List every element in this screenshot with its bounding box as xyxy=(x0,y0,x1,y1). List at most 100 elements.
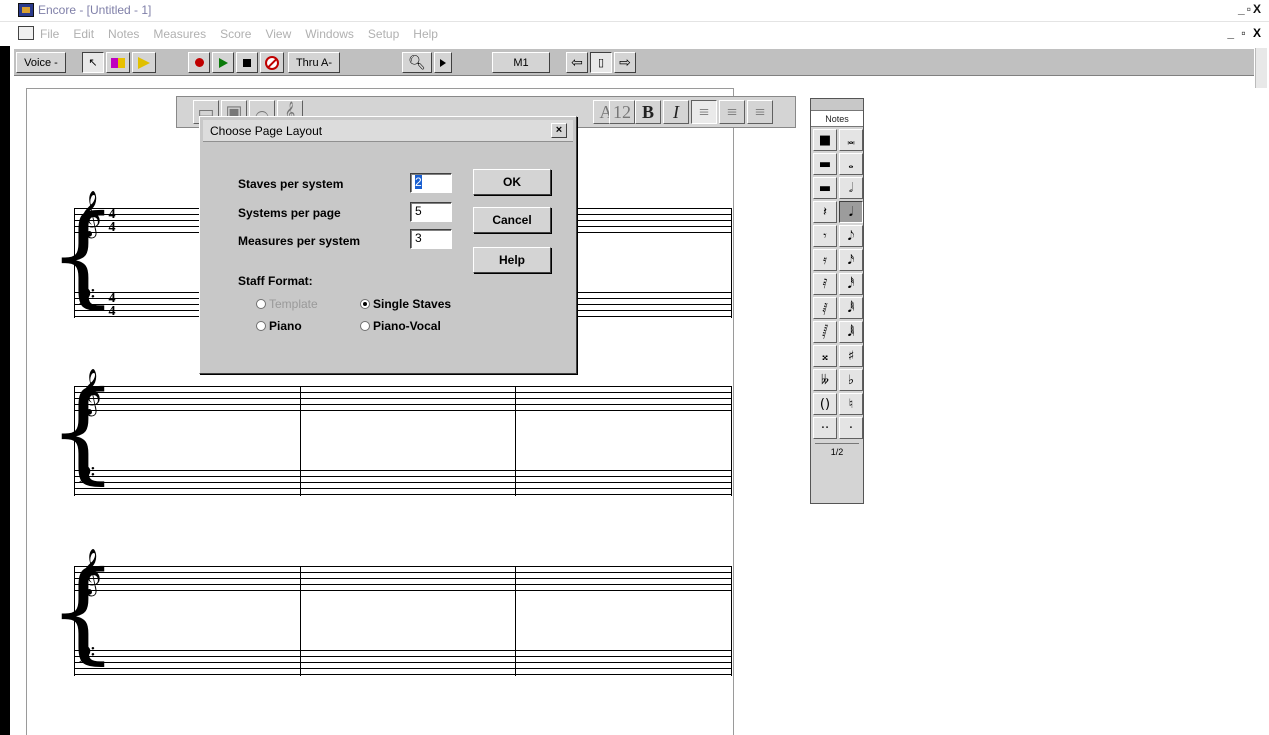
menu-windows[interactable]: Windows xyxy=(305,27,354,41)
italic-button[interactable]: I xyxy=(663,100,689,124)
window-controls[interactable]: _▫X xyxy=(1238,2,1263,16)
yellow-arrow-icon xyxy=(138,56,150,69)
radio-circle xyxy=(256,299,266,309)
radio-piano-label: Piano xyxy=(269,319,302,333)
arrow-left-icon: ⇦ xyxy=(571,54,583,70)
note-cell[interactable]: ■ xyxy=(813,129,837,151)
note-cell[interactable]: 𝅘𝅥𝅯 xyxy=(839,249,863,271)
notes-palette-page[interactable]: 1/2 xyxy=(815,443,859,459)
radio-single-staves-label: Single Staves xyxy=(373,297,452,311)
note-cell[interactable]: · xyxy=(839,417,863,439)
note-cell[interactable]: ♮ xyxy=(839,393,863,415)
note-cell[interactable]: 𝅀 xyxy=(813,273,837,295)
radio-piano-vocal[interactable]: Piano-Vocal xyxy=(360,319,441,333)
ok-button[interactable]: OK xyxy=(473,169,551,195)
note-cell[interactable]: 𝅘𝅥𝅮 xyxy=(839,225,863,247)
mute-button[interactable] xyxy=(260,52,284,73)
zoom-menu-button[interactable] xyxy=(434,52,452,73)
no-symbol-icon xyxy=(265,55,279,70)
note-cell[interactable]: 𝅘𝅥𝅰 xyxy=(839,273,863,295)
bass-staff[interactable] xyxy=(74,470,732,496)
menu-file[interactable]: File xyxy=(40,27,59,41)
measures-per-system-input[interactable]: 3 xyxy=(410,229,452,249)
page-view-button[interactable]: ▯ xyxy=(590,52,612,73)
treble-staff[interactable] xyxy=(74,386,732,412)
align-right-button[interactable]: ≡ xyxy=(747,100,773,124)
radio-circle xyxy=(256,321,266,331)
staves-per-system-label: Staves per system xyxy=(238,177,344,191)
note-cell[interactable]: ·· xyxy=(813,417,837,439)
arrow-tool-button[interactable]: ↖ xyxy=(82,52,104,73)
radio-piano-vocal-label: Piano-Vocal xyxy=(373,319,441,333)
maximize-icon[interactable]: ▫ xyxy=(1247,2,1253,16)
bass-staff[interactable] xyxy=(74,650,732,676)
document-window-controls[interactable]: _ ▫ X xyxy=(1227,26,1263,40)
time-signature-bass: 44 xyxy=(106,292,118,319)
note-cell[interactable]: 𝄪 xyxy=(813,345,837,367)
dialog-title-bar[interactable]: Choose Page Layout × xyxy=(203,120,573,142)
note-cell[interactable]: 𝅁 xyxy=(813,297,837,319)
menu-edit[interactable]: Edit xyxy=(73,27,94,41)
menu-measures[interactable]: Measures xyxy=(153,27,206,41)
note-cell[interactable]: ♯ xyxy=(839,345,863,367)
note-cell[interactable]: ▬ xyxy=(813,177,837,199)
align-left-button[interactable]: ≡ xyxy=(691,100,717,124)
note-cell-selected[interactable]: 𝅘𝅥 xyxy=(839,201,863,223)
triangle-right-icon xyxy=(440,58,446,67)
note-cell[interactable]: 𝅗𝅥 xyxy=(839,177,863,199)
note-cell[interactable]: 𝅘𝅥𝅱 xyxy=(839,297,863,319)
measure-field[interactable]: M1 xyxy=(492,52,550,73)
bold-button[interactable]: B xyxy=(635,100,661,124)
menu-view[interactable]: View xyxy=(265,27,291,41)
previous-page-button[interactable]: ⇦ xyxy=(566,52,588,73)
note-cell[interactable]: 𝅂 xyxy=(813,321,837,343)
note-cell[interactable]: () xyxy=(813,393,837,415)
measure-label: M1 xyxy=(513,56,529,69)
staves-per-system-input[interactable]: 2 xyxy=(410,173,452,193)
note-cell[interactable]: 𝅝 xyxy=(839,153,863,175)
measures-per-system-label: Measures per system xyxy=(238,234,361,248)
note-cell[interactable]: 𝄾 xyxy=(813,225,837,247)
note-cell[interactable]: ♭ xyxy=(839,369,863,391)
menu-setup[interactable]: Setup xyxy=(368,27,399,41)
stop-button[interactable] xyxy=(236,52,258,73)
menu-list: File Edit Notes Measures Score View Wind… xyxy=(40,27,438,41)
choose-page-layout-dialog: Choose Page Layout × Staves per system 2… xyxy=(199,116,577,374)
note-cell[interactable]: 𝄫 xyxy=(813,369,837,391)
main-toolbar: Voice - ↖ Thru A- 🔍︎ M1 ⇦ ▯ ⇨ xyxy=(14,48,1254,76)
color-tool-button[interactable] xyxy=(106,52,130,73)
menu-notes[interactable]: Notes xyxy=(108,27,139,41)
document-icon[interactable] xyxy=(18,26,34,40)
radio-circle-selected xyxy=(360,299,370,309)
thru-dropdown[interactable]: Thru A- xyxy=(288,52,340,73)
radio-template[interactable]: Template xyxy=(256,297,318,311)
help-button[interactable]: Help xyxy=(473,247,551,273)
systems-per-page-input[interactable]: 5 xyxy=(410,202,452,222)
notes-palette-title: Notes xyxy=(811,111,863,127)
align-center-button[interactable]: ≡ xyxy=(719,100,745,124)
zoom-button[interactable]: 🔍︎ xyxy=(402,52,432,73)
encore-app-icon[interactable] xyxy=(18,3,34,17)
radio-piano[interactable]: Piano xyxy=(256,319,302,333)
play-range-button[interactable] xyxy=(132,52,156,73)
play-button[interactable] xyxy=(212,52,234,73)
tool-size-button[interactable]: 12 xyxy=(609,100,635,124)
radio-single-staves[interactable]: Single Staves xyxy=(360,297,451,311)
vertical-scrollbar[interactable] xyxy=(1255,48,1267,88)
note-cell[interactable]: 𝄿 xyxy=(813,249,837,271)
record-button[interactable] xyxy=(188,52,210,73)
close-button[interactable]: × xyxy=(551,123,567,138)
staff-format-label: Staff Format: xyxy=(238,274,313,288)
cancel-button[interactable]: Cancel xyxy=(473,207,551,233)
treble-staff[interactable] xyxy=(74,566,732,592)
time-sig-bottom: 4 xyxy=(108,220,116,235)
note-cell[interactable]: 𝅘𝅥𝅲 xyxy=(839,321,863,343)
note-cell[interactable]: 𝅜 xyxy=(839,129,863,151)
menu-help[interactable]: Help xyxy=(413,27,438,41)
notes-palette-titlebar[interactable] xyxy=(811,99,863,111)
menu-score[interactable]: Score xyxy=(220,27,251,41)
next-page-button[interactable]: ⇨ xyxy=(614,52,636,73)
voice-dropdown[interactable]: Voice - xyxy=(16,52,66,73)
note-cell[interactable]: 𝄽 xyxy=(813,201,837,223)
note-cell[interactable]: ▬ xyxy=(813,153,837,175)
